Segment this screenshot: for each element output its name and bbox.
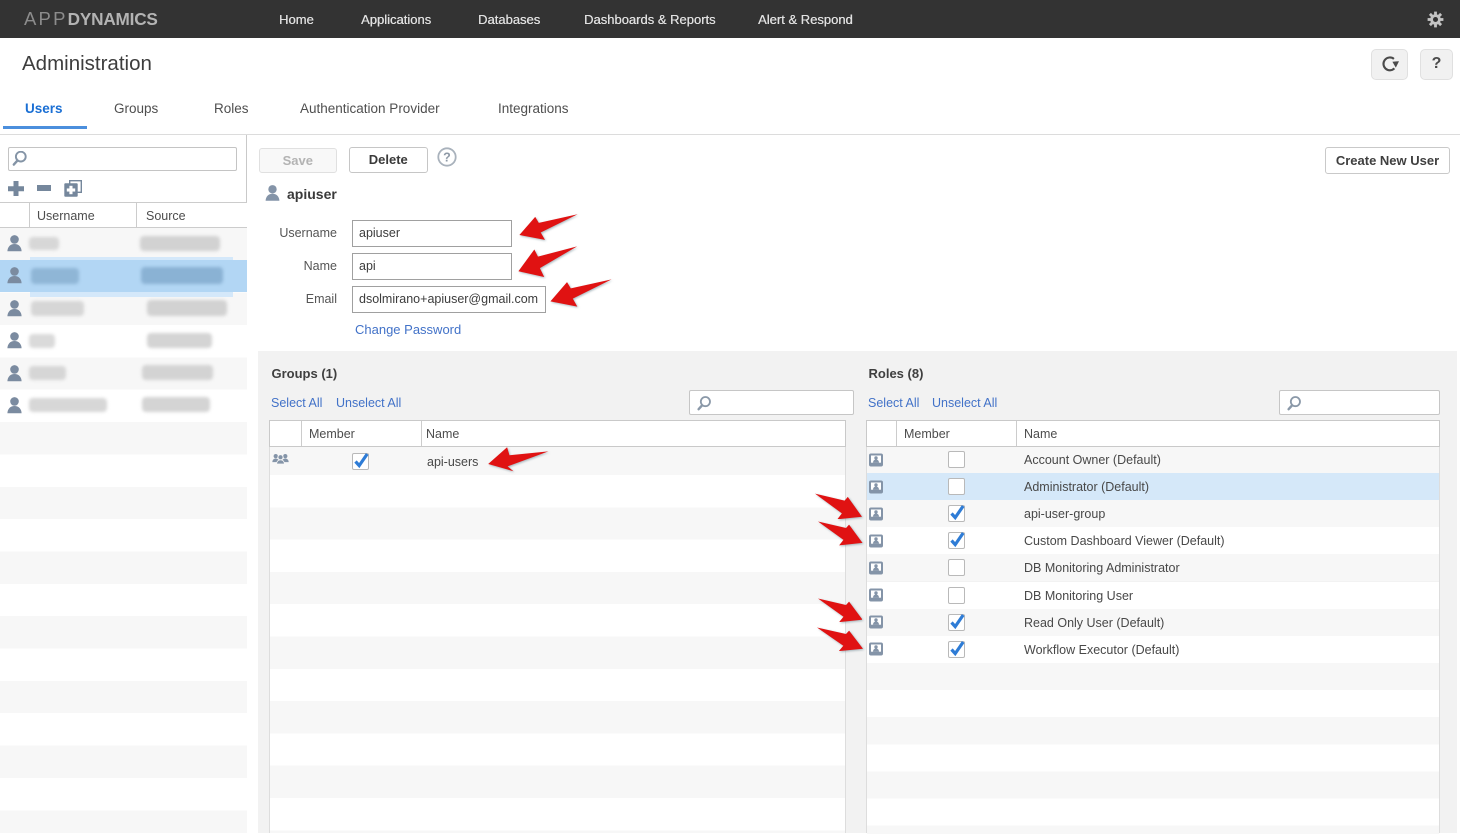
svg-text:?: ?: [443, 151, 451, 165]
